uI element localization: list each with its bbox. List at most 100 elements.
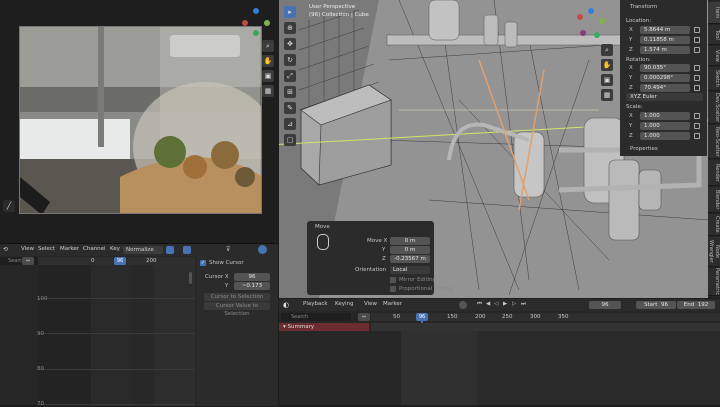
hand-icon[interactable]: ✋ bbox=[262, 55, 274, 67]
play-reverse-icon[interactable]: ◁ bbox=[494, 301, 498, 307]
z-axis-dot[interactable] bbox=[253, 8, 259, 14]
overlay-icon[interactable] bbox=[258, 245, 267, 254]
timeline-search[interactable]: Search bbox=[281, 313, 351, 321]
play-icon[interactable]: ▶ bbox=[503, 301, 507, 307]
prev-key-icon[interactable]: ◀ bbox=[486, 301, 490, 307]
menu-playback[interactable]: Playback bbox=[303, 301, 328, 307]
scale-x-field[interactable]: 1.000 bbox=[640, 112, 690, 120]
tab-create[interactable]: Create bbox=[708, 214, 720, 236]
menu-keying[interactable]: Keying bbox=[335, 301, 353, 307]
zoom-icon[interactable]: ⌕ bbox=[262, 40, 274, 52]
location-z-field[interactable]: 1.574 m bbox=[640, 46, 690, 54]
x-axis-dot[interactable] bbox=[577, 14, 583, 20]
camera-icon[interactable]: ▣ bbox=[262, 70, 274, 82]
mirror-editing-checkbox[interactable] bbox=[390, 277, 396, 283]
scale-y-field[interactable]: 1.000 bbox=[640, 122, 690, 130]
select-cursor-icon[interactable]: ▸ bbox=[284, 6, 296, 18]
neg-z-dot[interactable] bbox=[594, 32, 600, 38]
current-frame-indicator[interactable]: 96 bbox=[114, 257, 126, 265]
tab-render[interactable]: Render bbox=[708, 160, 720, 186]
brush-icon[interactable]: ╱ bbox=[3, 200, 15, 212]
timeline-track-area[interactable] bbox=[371, 323, 720, 405]
timeline-type-icon[interactable]: ◐ bbox=[283, 301, 289, 309]
cursor-x-field[interactable]: 96 bbox=[234, 273, 270, 281]
normalize-toggle[interactable]: Normalize bbox=[123, 246, 163, 254]
summary-channel[interactable]: ▾ Summary bbox=[279, 323, 369, 331]
start-frame-field[interactable]: Start 96 bbox=[636, 301, 676, 309]
tab-node-wrangler[interactable]: Node Wrangler bbox=[708, 237, 720, 267]
cursor-mode-icon[interactable] bbox=[183, 246, 191, 254]
move-y-field[interactable]: 0 m bbox=[390, 246, 430, 254]
tab-view[interactable]: View bbox=[708, 46, 720, 66]
swap-icon[interactable]: ⇔ bbox=[22, 257, 34, 265]
tab-sketch[interactable]: Sketch bbox=[708, 67, 720, 91]
scale-z-lock-icon[interactable] bbox=[694, 133, 700, 139]
scale-y-lock-icon[interactable] bbox=[694, 123, 700, 129]
tab-blender[interactable]: Blender bbox=[708, 187, 720, 213]
transform-icon[interactable]: ⊞ bbox=[284, 86, 296, 98]
vertical-scrollbar[interactable] bbox=[189, 272, 192, 284]
cursor-value-to-selection-button[interactable]: Cursor Value to Selection bbox=[204, 302, 270, 317]
move-z-field[interactable]: -0.23567 m bbox=[390, 255, 430, 263]
cursor-y-field[interactable]: ~0.173 bbox=[234, 282, 270, 290]
menu-view[interactable]: View bbox=[364, 301, 377, 307]
neg-y-dot[interactable] bbox=[580, 30, 586, 36]
move-x-field[interactable]: 0 m bbox=[390, 237, 430, 245]
y-axis-dot[interactable] bbox=[599, 18, 605, 24]
rotation-y-lock-icon[interactable] bbox=[694, 75, 700, 81]
viewport-nav-gizmo[interactable] bbox=[574, 8, 608, 42]
swap-icon[interactable]: ⇔ bbox=[358, 313, 370, 321]
menu-marker[interactable]: Marker bbox=[60, 246, 79, 252]
rotation-x-lock-icon[interactable] bbox=[694, 65, 700, 71]
cursor-to-selection-button[interactable]: Cursor to Selection bbox=[204, 293, 270, 301]
hand-icon[interactable]: ✋ bbox=[601, 59, 613, 71]
menu-select[interactable]: Select bbox=[38, 246, 55, 252]
location-x-field[interactable]: 5.8644 m bbox=[640, 26, 690, 34]
location-y-lock-icon[interactable] bbox=[694, 37, 700, 43]
grid-icon[interactable]: ▦ bbox=[601, 89, 613, 101]
menu-marker[interactable]: Marker bbox=[383, 301, 402, 307]
cursor-icon[interactable]: ⊕ bbox=[284, 22, 296, 34]
location-y-field[interactable]: 0.11858 m bbox=[640, 36, 690, 44]
filter-icon[interactable]: ⊽ bbox=[226, 246, 230, 253]
image-preview[interactable] bbox=[19, 26, 262, 214]
rotation-z-lock-icon[interactable] bbox=[694, 85, 700, 91]
nav-gizmo[interactable] bbox=[240, 8, 270, 38]
sync-icon[interactable] bbox=[166, 246, 174, 254]
scale-z-field[interactable]: 1.000 bbox=[640, 132, 690, 140]
menu-view[interactable]: View bbox=[21, 246, 34, 252]
transform-title[interactable]: Transform bbox=[630, 4, 657, 10]
location-x-lock-icon[interactable] bbox=[694, 27, 700, 33]
measure-icon[interactable]: ⊿ bbox=[284, 118, 296, 130]
proportional-editing-checkbox[interactable] bbox=[390, 286, 396, 292]
rotation-x-field[interactable]: 90.035° bbox=[640, 64, 690, 72]
z-axis-dot[interactable] bbox=[588, 8, 594, 14]
tab-neo-scatter[interactable]: Neo-Scatter bbox=[708, 125, 720, 159]
move-panel-title[interactable]: Move bbox=[315, 224, 330, 230]
menu-key[interactable]: Key bbox=[110, 246, 120, 252]
annotate-icon[interactable]: ✎ bbox=[284, 102, 296, 114]
jump-end-icon[interactable]: ⏭ bbox=[521, 301, 526, 308]
y-axis-dot[interactable] bbox=[264, 20, 270, 26]
show-cursor-checkbox[interactable]: ✓ bbox=[200, 260, 206, 266]
zoom-icon[interactable]: ⌕ bbox=[601, 44, 613, 56]
add-cube-icon[interactable]: ▢ bbox=[284, 134, 296, 146]
tab-item[interactable]: Item bbox=[708, 2, 720, 24]
end-frame-field[interactable]: End 192 bbox=[677, 301, 715, 309]
move-icon[interactable]: ✥ bbox=[284, 38, 296, 50]
grid-icon[interactable]: ▦ bbox=[262, 85, 274, 97]
menu-channel[interactable]: Channel bbox=[83, 246, 106, 252]
record-button[interactable] bbox=[459, 301, 467, 309]
editor-type-icon[interactable]: ⟲ bbox=[3, 246, 13, 254]
properties-header[interactable]: Properties bbox=[630, 146, 658, 152]
location-z-lock-icon[interactable] bbox=[694, 47, 700, 53]
camera-icon[interactable]: ▣ bbox=[601, 74, 613, 86]
rotation-mode-select[interactable]: XYZ Euler bbox=[626, 93, 703, 101]
graph-area[interactable] bbox=[38, 265, 195, 406]
axis-dot[interactable] bbox=[253, 30, 259, 36]
scale-x-lock-icon[interactable] bbox=[694, 113, 700, 119]
next-key-icon[interactable]: ▷ bbox=[512, 301, 516, 307]
tab-tool[interactable]: Tool bbox=[708, 25, 720, 45]
rotation-y-field[interactable]: 0.000298° bbox=[640, 74, 690, 82]
tab-parametric[interactable]: Parametric bbox=[708, 268, 720, 296]
